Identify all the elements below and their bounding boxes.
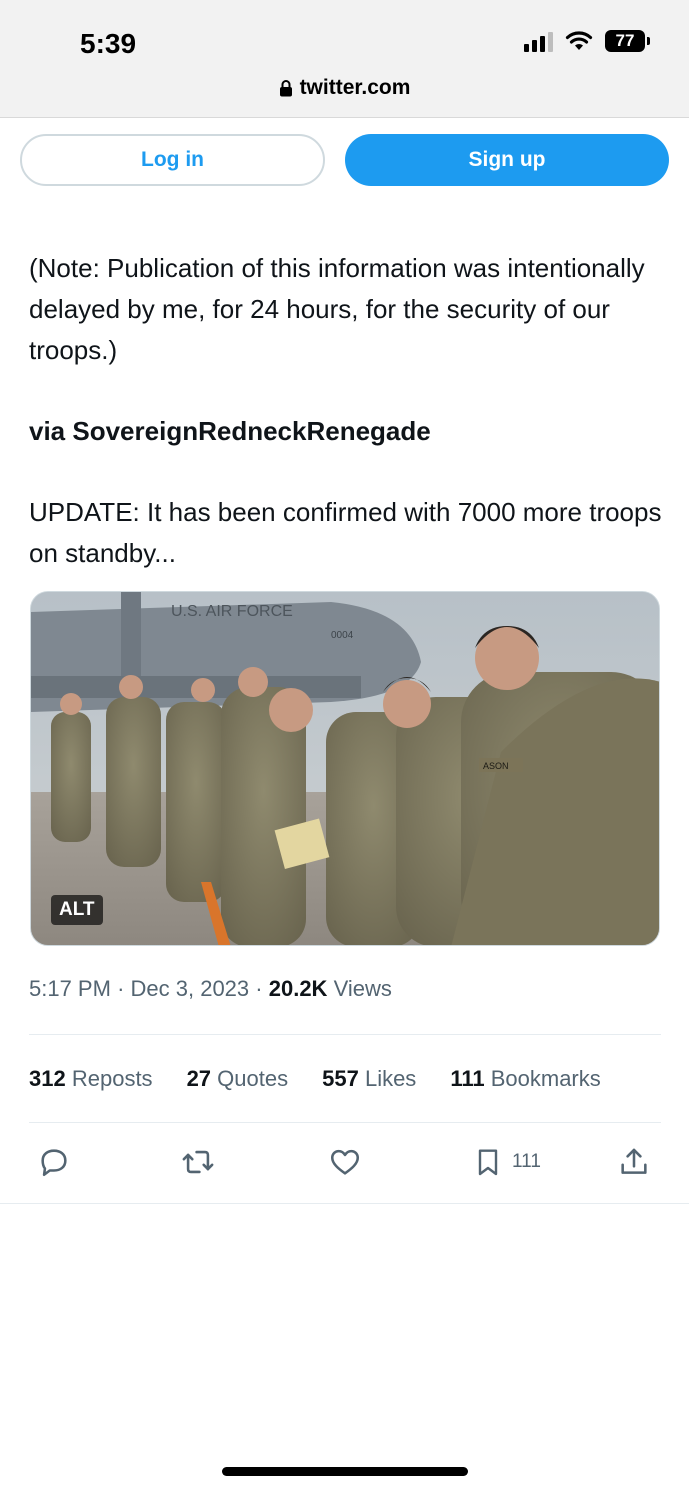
url-text: twitter.com	[299, 76, 411, 99]
repost-icon	[182, 1150, 214, 1174]
stat-label: Quotes	[217, 1066, 289, 1091]
stat-label: Reposts	[71, 1066, 153, 1091]
tweet-text: (Note: Publication of this information w…	[29, 248, 669, 574]
aircraft-tail-number: 0004	[331, 630, 354, 641]
tweet-time[interactable]: 5:17 PM	[29, 976, 111, 1001]
tweet-paragraph-via: via SovereignRedneckRenegade	[29, 416, 431, 446]
divider	[0, 1203, 689, 1204]
stat-reposts[interactable]: 312 Reposts	[29, 1066, 153, 1092]
stat-count: 111	[450, 1066, 485, 1091]
share-button[interactable]	[617, 1145, 651, 1179]
bookmark-icon	[478, 1149, 498, 1176]
stat-quotes[interactable]: 27 Quotes	[187, 1066, 289, 1092]
tweet-actions: 111	[0, 1145, 689, 1185]
lock-icon	[279, 80, 292, 97]
home-indicator[interactable]	[222, 1467, 468, 1476]
cellular-signal-icon	[524, 30, 553, 52]
stat-label: Likes	[364, 1066, 417, 1091]
bookmark-count: 111	[512, 1151, 541, 1172]
share-icon	[621, 1148, 647, 1174]
views-count: 20.2K	[268, 976, 328, 1001]
like-button[interactable]	[327, 1145, 363, 1179]
stat-count: 27	[186, 1066, 212, 1091]
battery-level: 77	[615, 31, 635, 50]
meta-separator: ·	[255, 976, 263, 1001]
repost-button[interactable]	[180, 1145, 216, 1179]
tweet-stats: 312 Reposts 27 Quotes 557 Likes 111 Book…	[29, 1066, 601, 1092]
divider	[29, 1122, 661, 1123]
stat-count: 312	[29, 1066, 66, 1091]
reply-icon	[41, 1149, 67, 1177]
reply-button[interactable]	[37, 1145, 71, 1179]
url-bar[interactable]: twitter.com	[0, 76, 689, 100]
stat-label: Bookmarks	[490, 1066, 601, 1091]
divider	[29, 1034, 661, 1035]
tweet-paragraph-note: (Note: Publication of this information w…	[29, 253, 645, 365]
name-tape-text: ASON	[483, 761, 509, 771]
login-button[interactable]: Log in	[20, 134, 325, 186]
browser-top-bar: 5:39 77 twitter.com	[0, 0, 689, 118]
heart-icon	[330, 1149, 360, 1175]
wifi-icon	[565, 31, 593, 50]
alt-badge[interactable]: ALT	[51, 895, 103, 925]
stat-count: 557	[322, 1066, 359, 1091]
bookmark-button[interactable]: 111	[472, 1145, 541, 1179]
signup-button[interactable]: Sign up	[345, 134, 669, 186]
status-icons: 77	[524, 30, 650, 52]
stat-bookmarks[interactable]: 111 Bookmarks	[450, 1066, 600, 1092]
meta-separator: ·	[117, 976, 125, 1001]
battery-icon: 77	[605, 30, 650, 52]
views-label: Views	[333, 976, 392, 1001]
auth-bar: Log in Sign up	[20, 134, 669, 186]
tweet-date[interactable]: Dec 3, 2023	[131, 976, 250, 1001]
tweet-photo[interactable]: U.S. AIR FORCE 0004 ASON ALT	[30, 591, 660, 946]
aircraft-label: U.S. AIR FORCE	[171, 603, 293, 620]
tweet-paragraph-update: UPDATE: It has been confirmed with 7000 …	[29, 497, 662, 568]
stat-likes[interactable]: 557 Likes	[322, 1066, 416, 1092]
soldiers-photo-illustration: U.S. AIR FORCE 0004 ASON	[31, 592, 659, 945]
tweet-meta: 5:17 PM · Dec 3, 2023 · 20.2K Views	[29, 976, 392, 1002]
status-time: 5:39	[80, 28, 137, 59]
